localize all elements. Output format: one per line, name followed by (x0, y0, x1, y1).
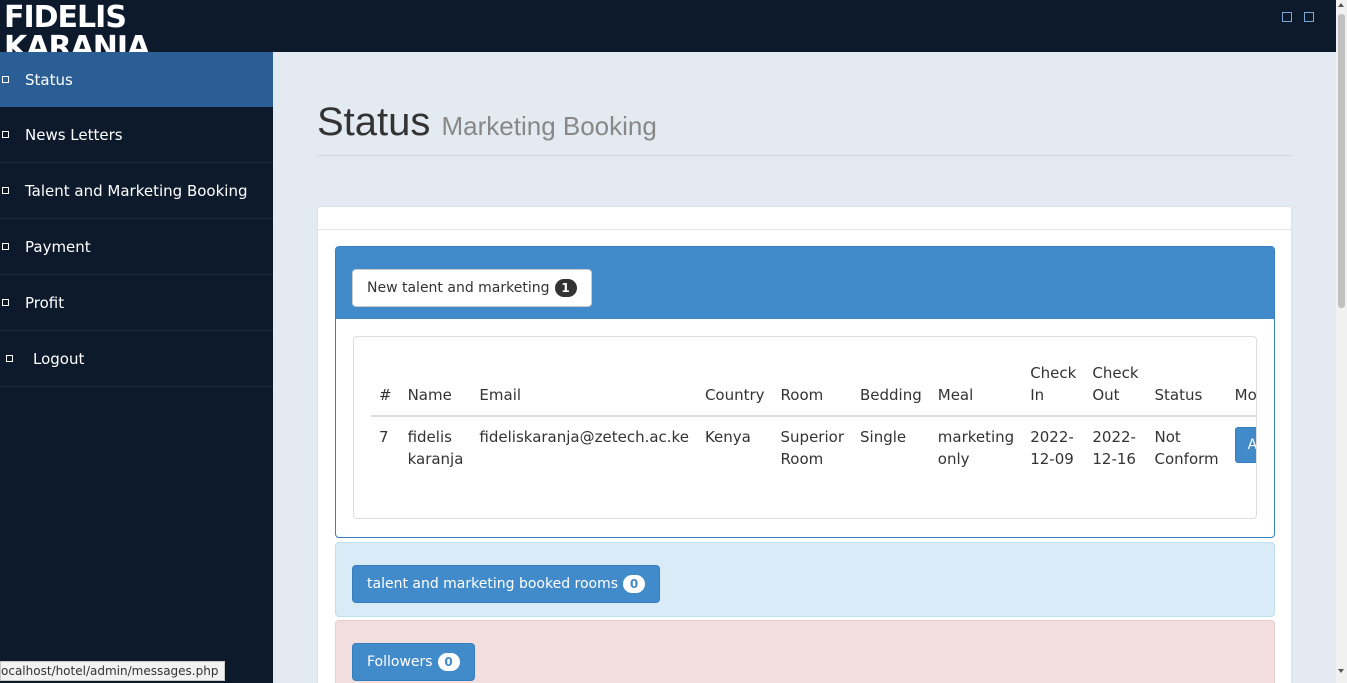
button-label: Followers (367, 654, 433, 670)
column-header: Status (1146, 362, 1227, 417)
booked-rooms-button[interactable]: talent and marketing booked rooms 0 (352, 565, 661, 603)
sidebar-item-label: Payment (25, 237, 91, 256)
column-header: More (1226, 362, 1256, 417)
square-icon (2, 186, 9, 194)
column-header: Email (471, 362, 697, 417)
main-content: Status Marketing Booking New talent and … (273, 52, 1336, 683)
cell-meal: marketing only (937, 428, 1015, 468)
scrollbar-thumb[interactable] (1338, 14, 1345, 308)
cell-more: Action (1227, 416, 1256, 479)
new-talent-marketing-button[interactable]: New talent and marketing 1 (352, 269, 592, 307)
cell-country: Kenya (704, 428, 751, 446)
logout-icon (6, 354, 13, 362)
cell-room: Superior Room (780, 428, 844, 468)
brand-line-1: FIDELIS (4, 3, 127, 35)
square-icon (2, 130, 9, 138)
browser-status-bar: ocalhost/hotel/admin/messages.php (0, 661, 226, 681)
scroll-up-arrow-icon[interactable] (1338, 3, 1344, 7)
sidebar-item-label: Logout (33, 349, 85, 368)
sidebar-item-payment[interactable]: Payment (0, 219, 273, 275)
new-booking-card-header: New talent and marketing 1 (336, 247, 1274, 319)
table-row: 7 fidelis karanja fideliskaranja@zetech.… (371, 416, 1256, 479)
sidebar-item-label: Talent and Marketing Booking (25, 181, 248, 200)
column-header: Check In (1022, 362, 1085, 417)
button-label: New talent and marketing (367, 280, 550, 296)
cell-bedding: Single (860, 428, 907, 446)
sidebar-item-talent-marketing-booking[interactable]: Talent and Marketing Booking (0, 163, 273, 219)
page-header: Status Marketing Booking (317, 100, 1292, 156)
top-icons (1282, 12, 1314, 22)
page-subtitle: Marketing Booking (441, 111, 657, 141)
column-header: Check Out (1084, 362, 1147, 417)
notification-icon[interactable] (1282, 12, 1292, 22)
page-title: Status (317, 100, 431, 144)
brand-line-2: KARANJA (4, 30, 150, 53)
column-header: # (371, 362, 400, 417)
cell-check-in: 2022-12-09 (1030, 428, 1074, 468)
column-header: Name (399, 362, 472, 417)
sidebar-item-logout[interactable]: Logout (0, 331, 273, 387)
square-icon (2, 75, 9, 83)
sidebar-item-label: Profit (25, 293, 65, 312)
content-panel: New talent and marketing 1 # Name Email … (317, 206, 1292, 683)
top-navbar: FIDELIS KARANJA (0, 0, 1336, 52)
user-icon[interactable] (1304, 12, 1314, 22)
column-header: Room (772, 362, 852, 417)
page-scrollbar[interactable] (1336, 0, 1347, 683)
square-icon (2, 298, 9, 306)
cell-status: Not Conform (1154, 428, 1219, 468)
column-header: Country (696, 362, 773, 417)
count-badge: 1 (554, 279, 577, 297)
sidebar-item-news-letters[interactable]: News Letters (0, 107, 273, 163)
square-icon (2, 242, 9, 250)
count-badge: 0 (623, 575, 646, 593)
table-header-row: # Name Email Country Room Bedding Meal C… (371, 362, 1256, 417)
scroll-down-arrow-icon[interactable] (1338, 669, 1344, 673)
brand-logo[interactable]: FIDELIS KARANJA (4, 3, 164, 52)
booking-table: # Name Email Country Room Bedding Meal C… (371, 362, 1256, 479)
column-header: Bedding (852, 362, 930, 417)
sidebar-item-status[interactable]: Status (0, 52, 273, 107)
sidebar-item-label: Status (25, 70, 73, 89)
column-header: Meal (929, 362, 1023, 417)
cell-email: fideliskaranja@zetech.ac.ke (479, 428, 689, 446)
cell-id: 7 (379, 428, 389, 446)
cell-name: fidelis karanja (407, 428, 464, 468)
panel-header (318, 207, 1291, 230)
followers-button[interactable]: Followers 0 (352, 643, 475, 681)
booked-rooms-card: talent and marketing booked rooms 0 (335, 542, 1275, 617)
sidebar-item-profit[interactable]: Profit (0, 275, 273, 331)
sidebar-item-label: News Letters (25, 125, 123, 144)
count-badge: 0 (437, 653, 460, 671)
action-button[interactable]: Action (1234, 427, 1256, 463)
button-label: talent and marketing booked rooms (367, 576, 619, 592)
new-booking-card: New talent and marketing 1 # Name Email … (335, 246, 1275, 538)
sidebar: Status News Letters Talent and Marketing… (0, 52, 273, 683)
followers-card: Followers 0 (335, 620, 1275, 683)
cell-check-out: 2022-12-16 (1092, 428, 1136, 468)
booking-table-wrapper[interactable]: # Name Email Country Room Bedding Meal C… (353, 336, 1257, 519)
